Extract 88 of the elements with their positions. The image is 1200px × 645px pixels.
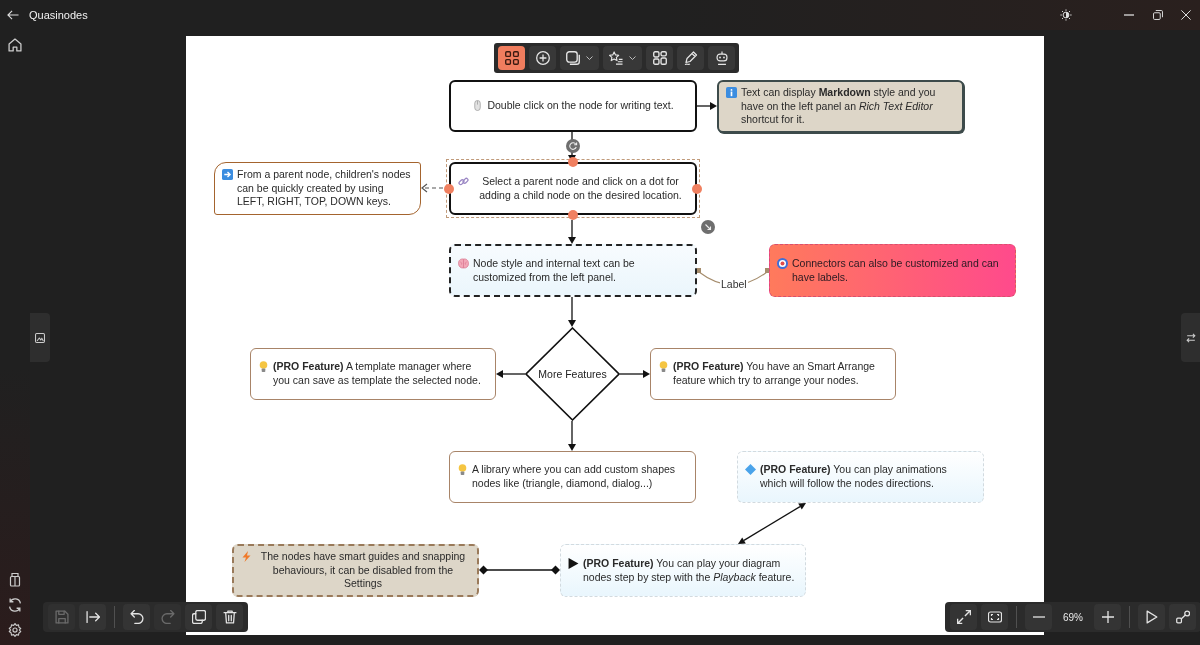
close-icon [1181, 10, 1191, 20]
nodes-link-icon [1175, 610, 1190, 624]
pen-icon [683, 51, 698, 65]
plus-icon [1101, 611, 1114, 623]
node-text: (PRO Feature) You can play animations which will follow the nodes directions. [760, 463, 948, 491]
node-text: Select a parent node and click on a dot for adding a child node on the desired location. [478, 174, 683, 203]
selection-icon [504, 51, 519, 65]
connection-dot[interactable] [568, 157, 578, 167]
restore-icon [1152, 10, 1163, 20]
arrow-right-icon [222, 169, 233, 181]
style-button[interactable] [603, 46, 642, 70]
brain-icon [458, 257, 469, 269]
double-arrow-connector [738, 503, 806, 544]
target-icon [777, 257, 788, 269]
info-icon [726, 87, 737, 99]
play-outline-icon [1144, 610, 1159, 624]
redo-icon [160, 610, 175, 624]
zoom-out-button[interactable] [1025, 604, 1052, 630]
link-icon [458, 175, 469, 187]
image-icon [35, 332, 45, 343]
layout-button[interactable] [646, 46, 673, 70]
node-text: More Features [538, 368, 607, 380]
connection-dot[interactable] [692, 183, 702, 194]
minus-icon [1032, 616, 1045, 618]
caret-icon [586, 56, 593, 60]
connector-arrow [568, 219, 576, 244]
draw-button[interactable] [677, 46, 704, 70]
node-text: Connectors can also be customized and can have labels. [792, 256, 1000, 285]
zoom-in-button[interactable] [1094, 604, 1121, 630]
node-text: From a parent node, children's nodes can be quickly created by using LEFT, RIGHT, TOP, DOWN keys. [237, 168, 412, 209]
settings-icon[interactable] [8, 623, 22, 637]
back-arrow-icon [7, 9, 19, 21]
window-title: Quasinodes [29, 9, 88, 21]
robot-icon [714, 51, 729, 65]
fullscreen-button[interactable] [950, 604, 977, 630]
assistant-button[interactable] [708, 46, 735, 70]
node-text: (PRO Feature) You have an Smart Arrange feature which try to arrange your nodes. [673, 360, 876, 388]
node-text: Text can display Markdown style and you have on the left panel an Rich Text Editor shortcut for it. [741, 86, 937, 127]
mouse-icon [472, 100, 484, 112]
diamond-icon [745, 464, 756, 476]
right-panel-tab[interactable] [1181, 313, 1200, 362]
node-text: A library where you can add custom shapes nodes like (triangle, diamond, dialog...) [472, 463, 677, 491]
trash-icon [222, 610, 237, 624]
node-text: (PRO Feature) You can play your diagram nodes step by step with the Playback feature. [583, 556, 796, 585]
node-text: Node style and internal text can be customized from the left panel. [473, 256, 636, 285]
resize-handle[interactable] [701, 220, 715, 234]
fit-screen-button[interactable] [981, 604, 1008, 630]
fit-screen-icon [987, 610, 1002, 624]
play-button[interactable] [1138, 604, 1165, 630]
left-panel-tab[interactable] [30, 313, 50, 362]
copy-button[interactable] [185, 604, 212, 630]
star-list-icon [609, 51, 623, 65]
arrow-bar-icon [85, 610, 100, 624]
grid-icon [652, 51, 667, 65]
delete-button[interactable] [216, 604, 243, 630]
lightbulb-icon [658, 361, 669, 373]
plus-circle-icon [535, 51, 550, 65]
select-tool-button[interactable] [498, 46, 525, 70]
package-icon[interactable] [8, 573, 22, 587]
play-icon [568, 557, 579, 569]
brightness-icon [1060, 9, 1072, 21]
sync-icon[interactable] [8, 598, 22, 612]
zoom-level: 69% [1062, 611, 1084, 623]
square-icon [566, 51, 580, 65]
add-node-button[interactable] [529, 46, 556, 70]
swap-arrows-icon [1185, 332, 1196, 343]
lightbulb-icon [457, 464, 468, 476]
node-text: Double click on the node for writing text. [487, 99, 674, 113]
home-icon[interactable] [8, 38, 22, 52]
node-text: (PRO Feature) A template manager where you can save as template the selected node. [273, 360, 482, 388]
undo-button[interactable] [123, 604, 150, 630]
lightning-icon [241, 551, 252, 563]
dashed-connector-arrow [421, 183, 444, 193]
insert-button[interactable] [79, 604, 106, 630]
shape-button[interactable] [560, 46, 599, 70]
lightbulb-icon [258, 361, 269, 373]
connect-button[interactable] [1169, 604, 1196, 630]
expand-icon [956, 610, 971, 624]
rotate-handle[interactable] [566, 139, 580, 153]
connection-dot[interactable] [444, 183, 454, 194]
save-icon [54, 610, 69, 624]
caret-icon [629, 56, 636, 60]
node-text: The nodes have smart guides and snapping behaviours, it can be disabled from the Settings [259, 550, 467, 591]
connection-dot[interactable] [568, 210, 578, 220]
undo-icon [129, 610, 144, 624]
copy-icon [191, 610, 206, 624]
minimize-icon [1123, 14, 1134, 16]
connector-label: Label [720, 278, 748, 290]
